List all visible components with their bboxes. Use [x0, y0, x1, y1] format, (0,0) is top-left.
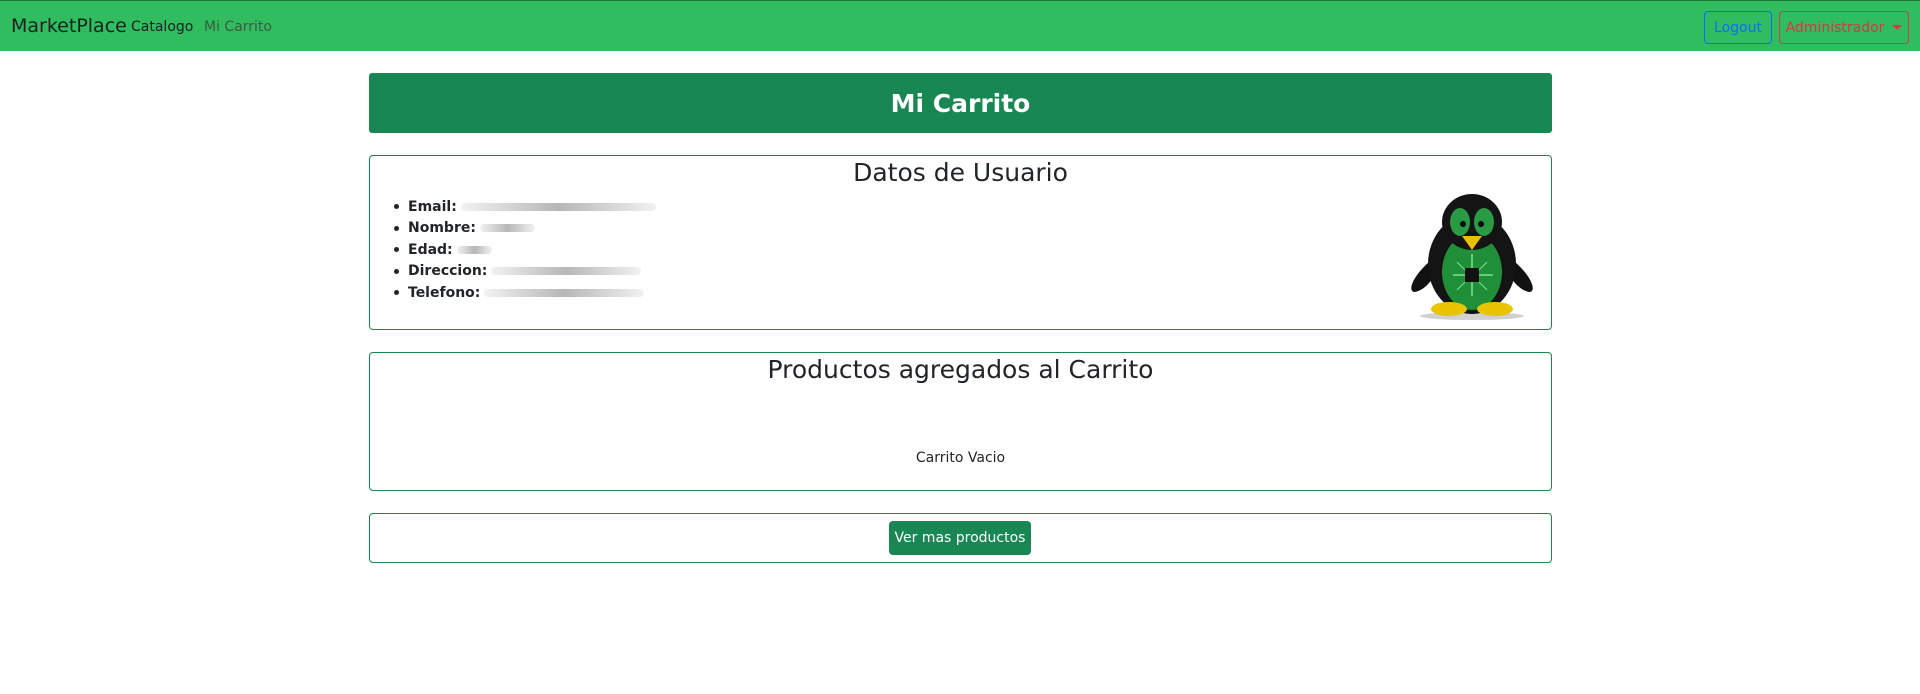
penguin-avatar-icon: [1411, 194, 1533, 320]
navbar: MarketPlace Catalogo Mi Carrito Logout A…: [0, 0, 1920, 51]
user-field-edad: Edad:: [394, 239, 656, 261]
cart-products-card: Productos agregados al Carrito Carrito V…: [369, 352, 1552, 491]
user-data-card: Datos de Usuario Email: Nombre: Edad: Di…: [369, 155, 1552, 330]
user-field-telefono: Telefono:: [394, 282, 656, 304]
user-field-direccion: Direccion:: [394, 261, 656, 283]
bullet-icon: [394, 247, 399, 253]
bullet-icon: [394, 290, 399, 296]
bullet-icon: [394, 204, 399, 210]
user-field-label: Telefono:: [408, 284, 481, 301]
redacted-value: [479, 224, 535, 233]
cart-products-title: Productos agregados al Carrito: [767, 355, 1154, 384]
caret-down-icon: [1892, 25, 1903, 30]
brand-logo[interactable]: MarketPlace: [11, 15, 127, 37]
empty-cart-message: Carrito Vacio: [915, 450, 1006, 466]
user-data-list: Email: Nombre: Edad: Direccion: Telefono…: [394, 196, 656, 304]
user-field-nombre: Nombre:: [394, 218, 656, 240]
nav-link-mi-carrito[interactable]: Mi Carrito: [204, 19, 272, 35]
user-field-email: Email:: [394, 196, 656, 218]
bullet-icon: [394, 268, 399, 274]
admin-dropdown-label: Administrador: [1785, 19, 1885, 36]
page-title: Mi Carrito: [890, 88, 1031, 118]
more-products-button[interactable]: Ver mas productos: [889, 521, 1031, 555]
bullet-icon: [394, 225, 399, 231]
user-field-label: Edad:: [408, 241, 453, 258]
redacted-value: [484, 288, 645, 297]
user-field-label: Email:: [408, 198, 457, 215]
user-field-label: Nombre:: [408, 220, 476, 237]
redacted-value: [456, 245, 492, 254]
admin-dropdown-button[interactable]: Administrador: [1779, 11, 1909, 44]
user-field-label: Direccion:: [408, 263, 488, 280]
user-data-title: Datos de Usuario: [853, 158, 1068, 187]
logout-button[interactable]: Logout: [1704, 11, 1772, 44]
actions-card: Ver mas productos: [369, 513, 1552, 563]
redacted-value: [460, 202, 656, 211]
page-header: Mi Carrito: [369, 73, 1552, 133]
logout-button-label: Logout: [1714, 19, 1762, 36]
redacted-value: [491, 267, 642, 276]
nav-link-catalogo[interactable]: Catalogo: [131, 19, 193, 35]
